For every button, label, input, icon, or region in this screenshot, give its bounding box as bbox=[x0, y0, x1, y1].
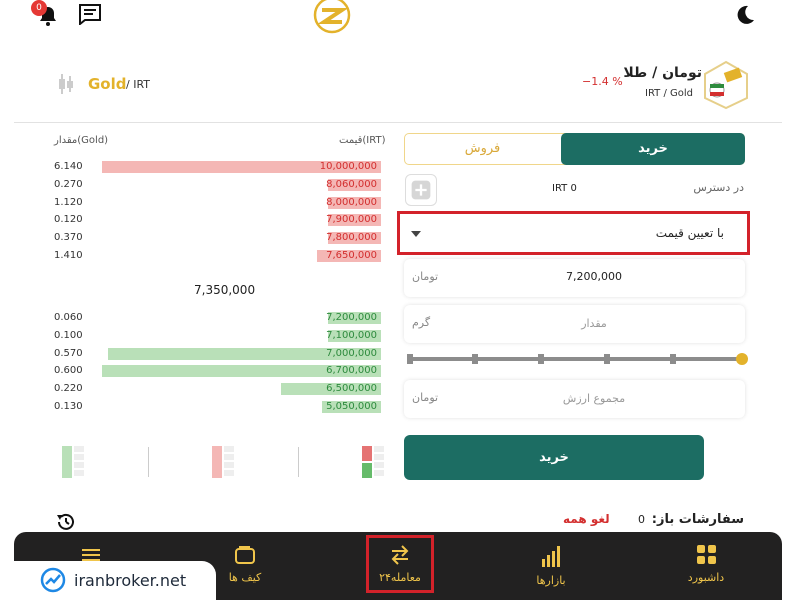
nav-markets-label: بازارها bbox=[536, 574, 566, 587]
pair-subtitle: IRT / Gold bbox=[645, 88, 693, 99]
bid-price[interactable]: 7,000,000 bbox=[297, 348, 377, 359]
bid-price[interactable]: 7,100,000 bbox=[297, 330, 377, 341]
cancel-all-button[interactable]: لغو همه bbox=[563, 512, 610, 526]
price-unit: تومان bbox=[412, 270, 439, 283]
bid-price[interactable]: 6,500,000 bbox=[297, 383, 377, 394]
price-value: 7,200,000 bbox=[566, 270, 622, 283]
bids-only-view-icon[interactable] bbox=[61, 445, 85, 479]
ask-price[interactable]: 7,900,000 bbox=[297, 214, 377, 225]
nav-dashboard[interactable]: داشبورد bbox=[668, 545, 744, 590]
bid-price[interactable]: 5,050,000 bbox=[297, 401, 377, 412]
last-price: 7,350,000 bbox=[194, 283, 256, 297]
total-unit: تومان bbox=[412, 391, 439, 404]
ask-price[interactable]: 8,000,000 bbox=[297, 197, 377, 208]
quote-currency: / IRT bbox=[126, 78, 151, 91]
ask-price[interactable]: 7,800,000 bbox=[297, 232, 377, 243]
ask-quantity: 1.410 bbox=[54, 250, 83, 261]
tab-sell[interactable]: فروش bbox=[404, 133, 561, 165]
pair-title: تومان / طلا bbox=[623, 65, 702, 81]
amount-unit: گرم bbox=[412, 316, 431, 329]
deposit-plus-button[interactable] bbox=[405, 174, 437, 206]
bid-price[interactable]: 7,200,000 bbox=[297, 312, 377, 323]
order-type-value: با تعیین قیمت bbox=[655, 226, 724, 240]
candlestick-icon[interactable] bbox=[57, 72, 75, 96]
moon-icon[interactable] bbox=[734, 4, 756, 26]
price-column-header: قیمت(IRT) bbox=[339, 135, 386, 146]
divider bbox=[148, 447, 149, 477]
available-balance: IRT 0 bbox=[552, 183, 577, 194]
tab-buy[interactable]: خرید bbox=[561, 133, 745, 165]
total-input[interactable]: تومان مجموع ارزش bbox=[404, 380, 745, 418]
slider-tick[interactable] bbox=[604, 354, 610, 364]
ask-price[interactable]: 10,000,000 bbox=[297, 161, 377, 172]
ask-price[interactable]: 8,060,000 bbox=[297, 179, 377, 190]
amount-placeholder: مقدار bbox=[581, 317, 607, 330]
bid-quantity: 0.100 bbox=[54, 329, 83, 341]
ask-quantity: 1.120 bbox=[54, 196, 83, 208]
bid-quantity: 0.570 bbox=[54, 347, 83, 359]
trend-up-icon bbox=[40, 567, 66, 593]
chevron-down-icon[interactable] bbox=[411, 231, 421, 237]
price-input[interactable]: تومان 7,200,000 bbox=[404, 259, 745, 297]
slider-tick[interactable] bbox=[670, 354, 676, 364]
nav-trade[interactable]: معامله۲۴ bbox=[366, 545, 434, 590]
open-orders-count: 0 bbox=[638, 513, 645, 526]
both-sides-view-icon[interactable] bbox=[361, 445, 385, 479]
slider-tick[interactable] bbox=[538, 354, 544, 364]
asks-only-view-icon[interactable] bbox=[211, 445, 235, 479]
buy-button[interactable]: خرید bbox=[404, 435, 704, 480]
price-change: −1.4 % bbox=[582, 75, 623, 88]
dashboard-icon bbox=[697, 545, 716, 564]
amount-input[interactable]: گرم مقدار bbox=[404, 305, 745, 343]
bid-quantity: 0.060 bbox=[54, 312, 83, 323]
asset-name: Gold bbox=[88, 75, 127, 93]
history-icon[interactable] bbox=[55, 511, 77, 533]
nav-trade-label: معامله۲۴ bbox=[379, 571, 421, 584]
chat-icon[interactable] bbox=[78, 3, 102, 25]
bar-chart-icon bbox=[542, 546, 560, 567]
gold-bar-icon bbox=[704, 60, 748, 110]
watermark: iranbroker.net bbox=[14, 561, 216, 600]
slider-tick[interactable] bbox=[472, 354, 478, 364]
ask-quantity: 0.120 bbox=[54, 214, 83, 226]
available-label: در دسترس bbox=[693, 181, 744, 194]
quantity-column-header: مقدار(Gold) bbox=[54, 135, 109, 146]
nav-markets[interactable]: بازارها bbox=[516, 545, 586, 590]
ask-quantity: 0.270 bbox=[54, 178, 83, 190]
open-orders-title: سفارشات باز: bbox=[651, 512, 744, 527]
wallet-icon bbox=[235, 546, 255, 564]
nav-dashboard-label: داشبورد bbox=[687, 571, 725, 584]
swap-arrows-icon bbox=[391, 545, 409, 565]
bid-quantity: 0.220 bbox=[54, 383, 83, 395]
bid-quantity: 0.130 bbox=[54, 401, 83, 412]
ask-quantity: 6.140 bbox=[54, 161, 83, 172]
notification-badge: 0 bbox=[31, 0, 47, 16]
nav-wallet[interactable]: کیف ها bbox=[210, 545, 280, 590]
menu-icon[interactable] bbox=[82, 548, 100, 562]
slider-tick[interactable] bbox=[407, 354, 413, 364]
ask-price[interactable]: 7,650,000 bbox=[297, 250, 377, 261]
nav-wallet-label: کیف ها bbox=[228, 571, 262, 584]
total-placeholder: مجموع ارزش bbox=[562, 392, 626, 405]
logo bbox=[313, 0, 351, 34]
watermark-text: iranbroker.net bbox=[74, 571, 187, 590]
divider bbox=[298, 447, 299, 477]
bid-quantity: 0.600 bbox=[54, 365, 83, 377]
slider-handle[interactable] bbox=[736, 353, 748, 365]
amount-slider[interactable] bbox=[410, 357, 742, 361]
ask-quantity: 0.370 bbox=[54, 232, 83, 244]
bid-price[interactable]: 6,700,000 bbox=[297, 365, 377, 376]
divider bbox=[14, 122, 782, 123]
